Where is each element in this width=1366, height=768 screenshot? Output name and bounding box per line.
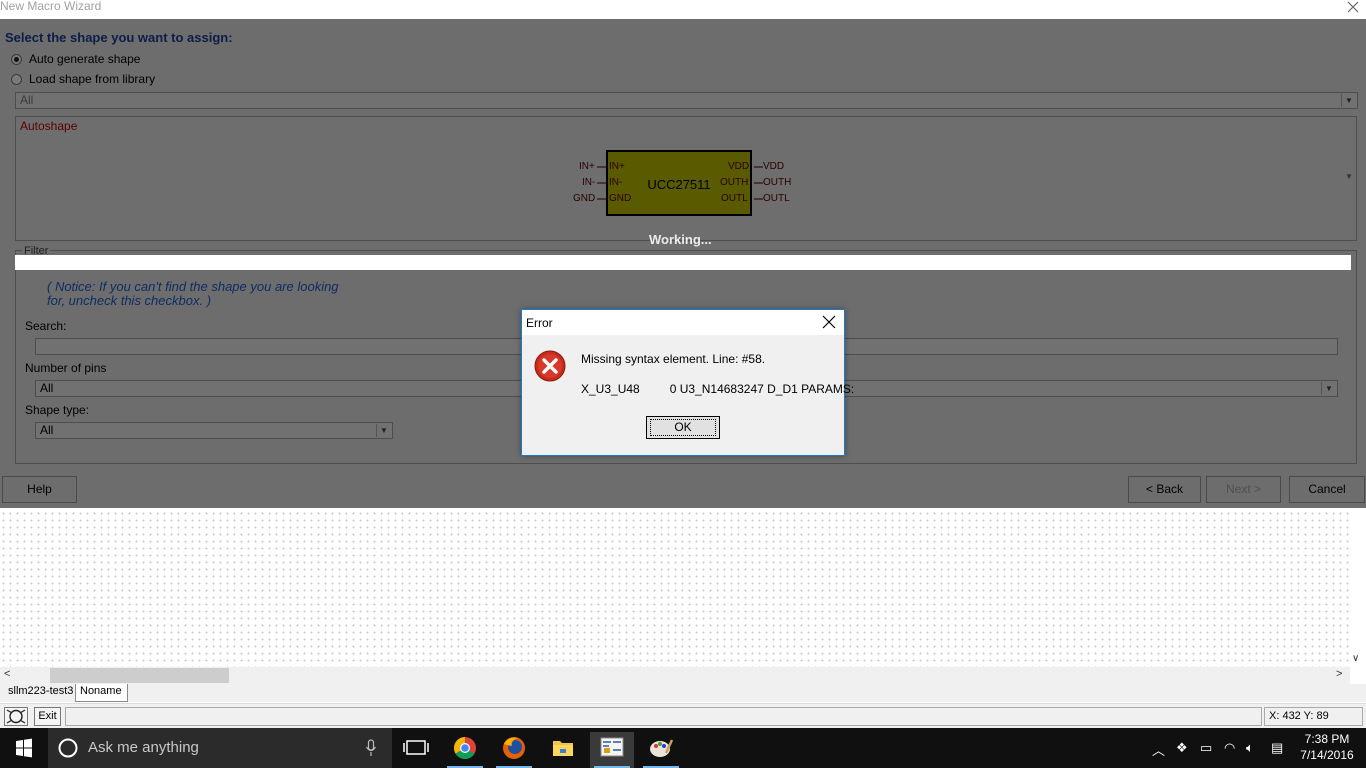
search-label: Search:	[25, 319, 67, 333]
scrollbar-thumb[interactable]	[50, 668, 229, 683]
back-button[interactable]: < Back	[1128, 476, 1201, 503]
error-dialog: Error Missing syntax element. Line: #58.…	[521, 309, 854, 456]
progress-bar	[15, 255, 1351, 270]
autoshape-label: Autoshape	[20, 119, 78, 133]
shape-type-label: Shape type:	[25, 403, 90, 417]
clock-time: 7:38 PM	[1304, 732, 1350, 746]
cortana-icon	[58, 738, 78, 758]
close-window-icon[interactable]	[1346, 0, 1360, 14]
next-button[interactable]: Next >	[1206, 476, 1281, 503]
library-combo[interactable]: All ▼	[15, 92, 1358, 109]
document-tab-bar: sllm223-test3 Noname	[0, 684, 1366, 702]
radio-button-checked[interactable]	[11, 53, 22, 65]
pin-outer-label: OUTL	[763, 193, 790, 204]
ok-button-label: OK	[650, 419, 716, 436]
pin-inner-label: VDD	[728, 161, 750, 172]
search-placeholder: Ask me anything	[88, 739, 199, 756]
pin-outer-label: VDD	[763, 161, 785, 172]
clock-date: 7/14/2016	[1300, 748, 1354, 762]
chevron-up-icon[interactable]: ︿	[1152, 740, 1165, 759]
windows-logo-icon	[16, 738, 32, 758]
pin-outer-label: IN+	[579, 161, 595, 172]
notice-text: for, uncheck this checkbox. )	[47, 293, 212, 308]
scroll-down-icon[interactable]: ▼	[1345, 172, 1353, 181]
windows-taskbar: Ask me anything ︿ ❖ ▭ ◠ 🔈︎ ▤ 7:38 PM 7/1…	[0, 728, 1366, 768]
dropbox-icon[interactable]: ❖	[1176, 740, 1188, 756]
chevron-down-icon[interactable]: ▼	[376, 424, 391, 437]
pins-combo-value: All	[40, 381, 54, 395]
error-detail: X_U3_U48 0 U3_N14683247 D_D1 PARAMS:	[581, 382, 855, 396]
pins-label: Number of pins	[25, 361, 107, 375]
pin-inner-label: IN+	[609, 161, 625, 172]
error-message: Missing syntax element. Line: #58.	[581, 352, 766, 366]
scroll-left-icon[interactable]: <	[4, 668, 10, 680]
error-icon	[534, 350, 566, 382]
radio-button-unchecked[interactable]	[11, 73, 22, 85]
pin-outer-label: IN-	[582, 177, 596, 188]
schematic-app-icon[interactable]	[590, 732, 634, 768]
cursor-coordinates: X: 432 Y: 89	[1264, 707, 1363, 726]
cortana-search-box[interactable]: Ask me anything	[48, 728, 392, 768]
help-button[interactable]: Help	[2, 476, 77, 503]
battery-icon[interactable]: ▭	[1200, 740, 1212, 756]
pin-inner-label: OUTL	[721, 193, 748, 204]
microphone-icon[interactable]	[365, 739, 377, 757]
chrome-icon[interactable]	[443, 732, 487, 768]
pin-inner-label: IN-	[609, 177, 623, 188]
file-explorer-icon[interactable]	[541, 732, 585, 768]
status-message-field	[65, 707, 1262, 726]
pin-outer-label: OUTH	[763, 177, 792, 188]
app-tool-button[interactable]	[4, 707, 28, 726]
pin-inner-label: OUTH	[720, 177, 749, 188]
start-button[interactable]	[0, 728, 48, 768]
library-combo-value: All	[20, 93, 34, 107]
window-title-bar: New Macro Wizard	[0, 0, 1366, 19]
volume-icon[interactable]: 🔈︎	[1246, 740, 1254, 756]
cancel-button[interactable]: Cancel	[1289, 476, 1365, 503]
scroll-down-icon[interactable]: ∨	[1352, 653, 1359, 664]
notification-icon[interactable]: ▤	[1271, 740, 1283, 756]
pin-inner-label: GND	[609, 193, 632, 204]
exit-button[interactable]: Exit	[34, 707, 61, 726]
pin-outer-label: GND	[573, 193, 596, 204]
radio-load-library-label: Load shape from library	[29, 72, 156, 86]
notice-text: ( Notice: If you can't find the shape yo…	[47, 279, 339, 294]
component-icon	[6, 709, 26, 724]
working-status: Working...	[649, 232, 712, 247]
wifi-icon[interactable]: ◠	[1224, 740, 1235, 756]
firefox-icon[interactable]	[492, 732, 536, 768]
radio-auto-generate-label: Auto generate shape	[29, 52, 141, 66]
horizontal-scrollbar[interactable]: < >	[0, 667, 1350, 684]
scroll-right-icon[interactable]: >	[1336, 668, 1342, 680]
ok-button[interactable]: OK	[646, 416, 720, 439]
paint-icon[interactable]	[639, 732, 683, 768]
radio-auto-generate[interactable]: Auto generate shape	[11, 52, 140, 66]
chevron-down-icon[interactable]: ▼	[1341, 94, 1356, 107]
task-view-icon[interactable]	[394, 732, 438, 768]
tab-sllm223-test3[interactable]: sllm223-test3	[4, 684, 77, 702]
radio-load-library[interactable]: Load shape from library	[11, 72, 155, 86]
wizard-heading: Select the shape you want to assign:	[5, 30, 233, 45]
shape-type-combo-value: All	[40, 423, 54, 437]
dialog-title-bar: Error	[522, 310, 844, 335]
schematic-canvas[interactable]	[0, 510, 1350, 667]
shape-type-combo[interactable]: All ▼	[35, 422, 393, 439]
window-title: New Macro Wizard	[0, 0, 102, 13]
status-bar: Exit X: 432 Y: 89	[0, 703, 1366, 728]
system-clock[interactable]: 7:38 PM 7/14/2016	[1296, 731, 1358, 763]
chevron-down-icon[interactable]: ▼	[1321, 382, 1336, 395]
close-icon[interactable]	[822, 315, 836, 329]
dialog-title: Error	[526, 316, 553, 330]
tab-noname[interactable]: Noname	[75, 684, 128, 702]
